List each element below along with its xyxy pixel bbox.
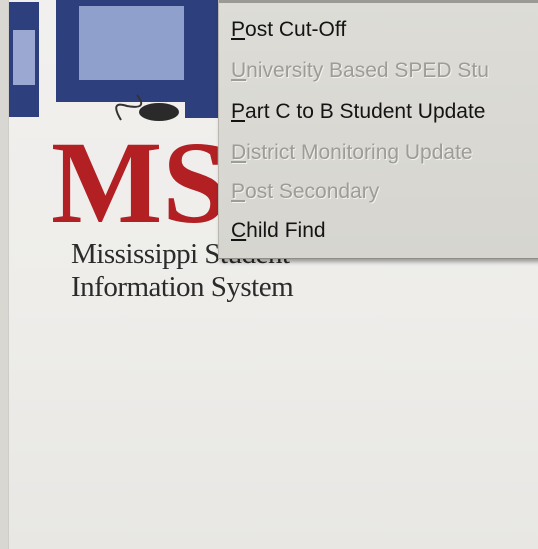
menu-item-child-find[interactable]: Child Find (231, 211, 326, 251)
svg-text:MS: MS (51, 126, 228, 236)
msis-logo-letters: MS (51, 126, 228, 236)
dropdown-menu: Post Cut-Off University Based SPED Stu P… (218, 0, 538, 259)
monitor-stand-highlight (13, 30, 35, 85)
menu-item-university-based-sped[interactable]: University Based SPED Stu (231, 51, 489, 91)
menu-item-post-secondary[interactable]: Post Secondary (231, 172, 379, 212)
menu-item-post-cut-off[interactable]: Post Cut-Off (231, 10, 346, 50)
tagline-line-2: Information System (71, 271, 294, 303)
menu-top-border (219, 0, 538, 3)
monitor-screen (79, 6, 184, 80)
menu-item-part-c-to-b-update[interactable]: Part C to B Student Update (231, 92, 486, 132)
menu-item-district-monitoring-update[interactable]: District Monitoring Update (231, 133, 473, 173)
mouse-icon (139, 103, 179, 121)
computer-illustration (9, 0, 229, 121)
